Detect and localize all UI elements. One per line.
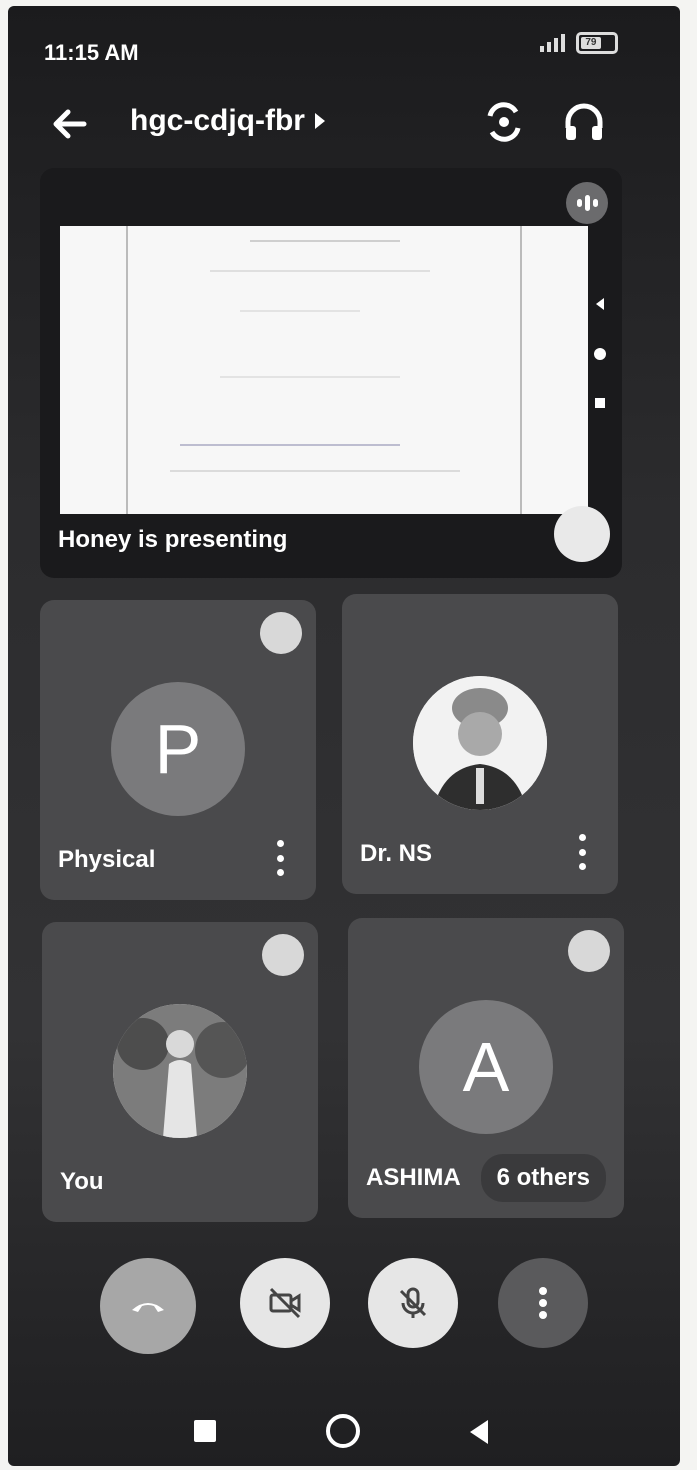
participant-name: Physical xyxy=(58,846,156,873)
end-call-button[interactable] xyxy=(100,1258,196,1354)
back-icon[interactable] xyxy=(470,1420,488,1444)
status-time: 11:15 AM xyxy=(44,40,139,65)
speaking-indicator-icon xyxy=(566,182,608,224)
caret-right-icon xyxy=(314,113,325,129)
shared-screen xyxy=(60,226,588,514)
avatar: P xyxy=(111,682,245,816)
others-count-button[interactable]: 6 others xyxy=(480,1154,606,1202)
meeting-code-text: hgc-cdjq-fbr xyxy=(130,104,305,137)
presentation-card[interactable]: Honey is presenting xyxy=(40,168,622,578)
headphones-icon[interactable] xyxy=(560,98,608,146)
more-options-button[interactable] xyxy=(498,1258,588,1348)
person-photo-icon xyxy=(413,676,547,810)
fullscreen-button[interactable] xyxy=(554,506,610,562)
participant-tile[interactable]: P Physical xyxy=(40,600,316,900)
participant-name: Dr. NS xyxy=(360,840,433,867)
call-controls xyxy=(8,1258,680,1368)
switch-camera-icon[interactable] xyxy=(480,98,528,146)
mic-off-icon xyxy=(399,1287,427,1318)
signal-icon xyxy=(540,34,565,52)
system-nav-bar xyxy=(8,1408,680,1458)
mic-off-icon xyxy=(262,934,304,976)
status-icons: 79 xyxy=(538,32,618,54)
camera-off-icon xyxy=(269,1287,301,1319)
meeting-code[interactable]: hgc-cdjq-fbr xyxy=(130,104,325,138)
presenting-label: Honey is presenting xyxy=(58,526,288,553)
mic-off-icon xyxy=(568,930,610,972)
more-vertical-icon[interactable] xyxy=(270,840,290,876)
home-icon[interactable] xyxy=(326,1414,360,1448)
camera-toggle-button[interactable] xyxy=(240,1258,330,1348)
more-vertical-icon[interactable] xyxy=(572,834,592,870)
mic-off-icon xyxy=(260,612,302,654)
avatar-photo xyxy=(113,1004,247,1138)
avatar: A xyxy=(419,1000,553,1134)
participant-tile[interactable]: You xyxy=(42,922,318,1222)
more-vertical-icon xyxy=(539,1287,547,1319)
battery-icon: 79 xyxy=(576,32,618,54)
meet-screen: 11:15 AM 79 hgc-cdjq-fbr Honey is presen… xyxy=(8,6,680,1466)
participant-tile[interactable]: Dr. NS xyxy=(342,594,618,894)
end-call-icon xyxy=(132,1303,164,1312)
participant-name: ASHIMA xyxy=(366,1164,461,1191)
navigation-overlay xyxy=(590,298,610,408)
back-arrow-icon[interactable] xyxy=(48,102,92,146)
microphone-toggle-button[interactable] xyxy=(368,1258,458,1348)
recent-apps-icon[interactable] xyxy=(194,1420,216,1442)
avatar-photo xyxy=(413,676,547,810)
participant-tile[interactable]: A ASHIMA 6 others xyxy=(348,918,624,1218)
participant-name: You xyxy=(60,1168,104,1195)
person-photo-icon xyxy=(113,1004,247,1138)
battery-level: 79 xyxy=(581,37,601,49)
